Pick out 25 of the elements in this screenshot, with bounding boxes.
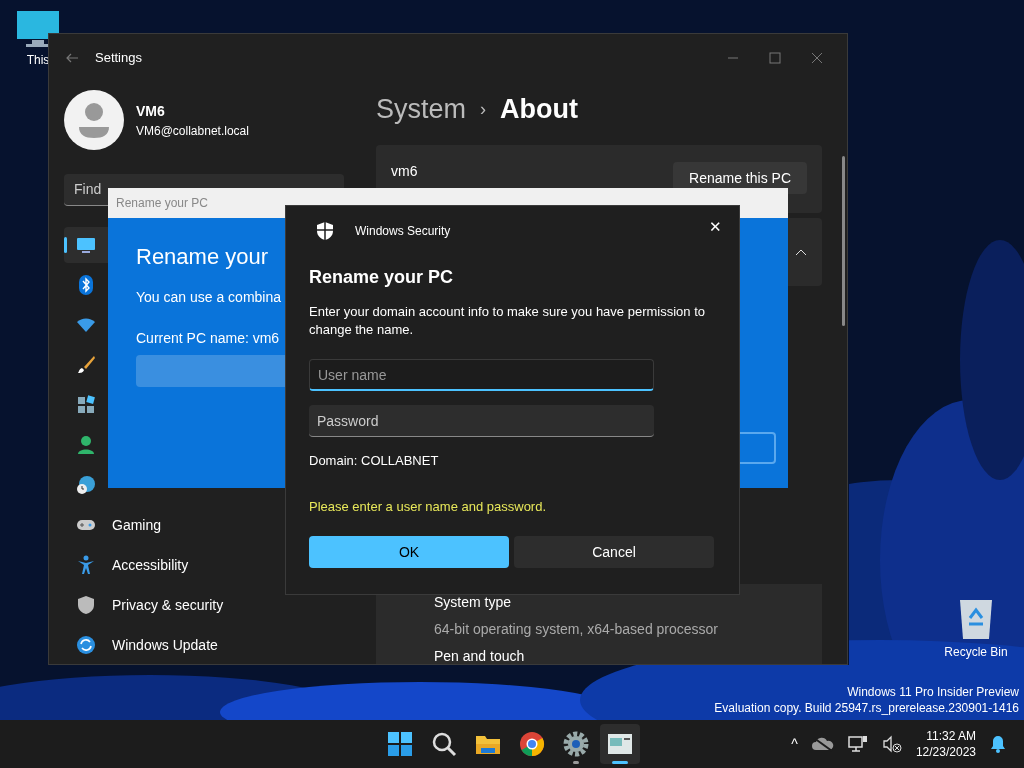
device-name: vm6 bbox=[391, 161, 418, 181]
nav-label: Gaming bbox=[112, 515, 162, 535]
dialog-title: Rename your PC bbox=[309, 266, 455, 289]
dialog-text: You can use a combina bbox=[136, 288, 282, 307]
spec-label: Pen and touch bbox=[434, 647, 526, 664]
user-email: VM6@collabnet.local bbox=[136, 122, 249, 140]
window-title: Settings bbox=[95, 49, 142, 68]
page-title: About bbox=[500, 92, 578, 126]
dialog-message: Enter your domain account info to make sure you have permission to change the name. bbox=[309, 303, 706, 339]
icon-label: This bbox=[26, 52, 50, 69]
nav-label: Accessibility bbox=[112, 555, 189, 575]
app-name: Windows Security bbox=[355, 223, 451, 240]
breadcrumb-separator: › bbox=[480, 97, 487, 121]
build-notice: Windows 11 Pro Insider Preview bbox=[847, 684, 1019, 700]
user-name: VM6 bbox=[136, 101, 166, 121]
nav-label: Privacy & security bbox=[112, 595, 224, 615]
spec-value: 64-bit operating system, x64-based processor bbox=[434, 620, 720, 639]
spec-label: System type bbox=[434, 593, 513, 612]
current-name: Current PC name: vm6 bbox=[136, 329, 280, 348]
nav-label: Windows Update bbox=[112, 635, 218, 655]
build-notice: Evaluation copy. Build 25947.rs_prerelease.230901-1416 bbox=[714, 700, 1019, 716]
domain-label: Domain: COLLABNET bbox=[309, 452, 440, 470]
dialog-heading: Rename your bbox=[136, 243, 269, 271]
error-message: Please enter a user name and password. bbox=[309, 497, 548, 516]
dialog-title: Rename your PC bbox=[116, 195, 209, 212]
